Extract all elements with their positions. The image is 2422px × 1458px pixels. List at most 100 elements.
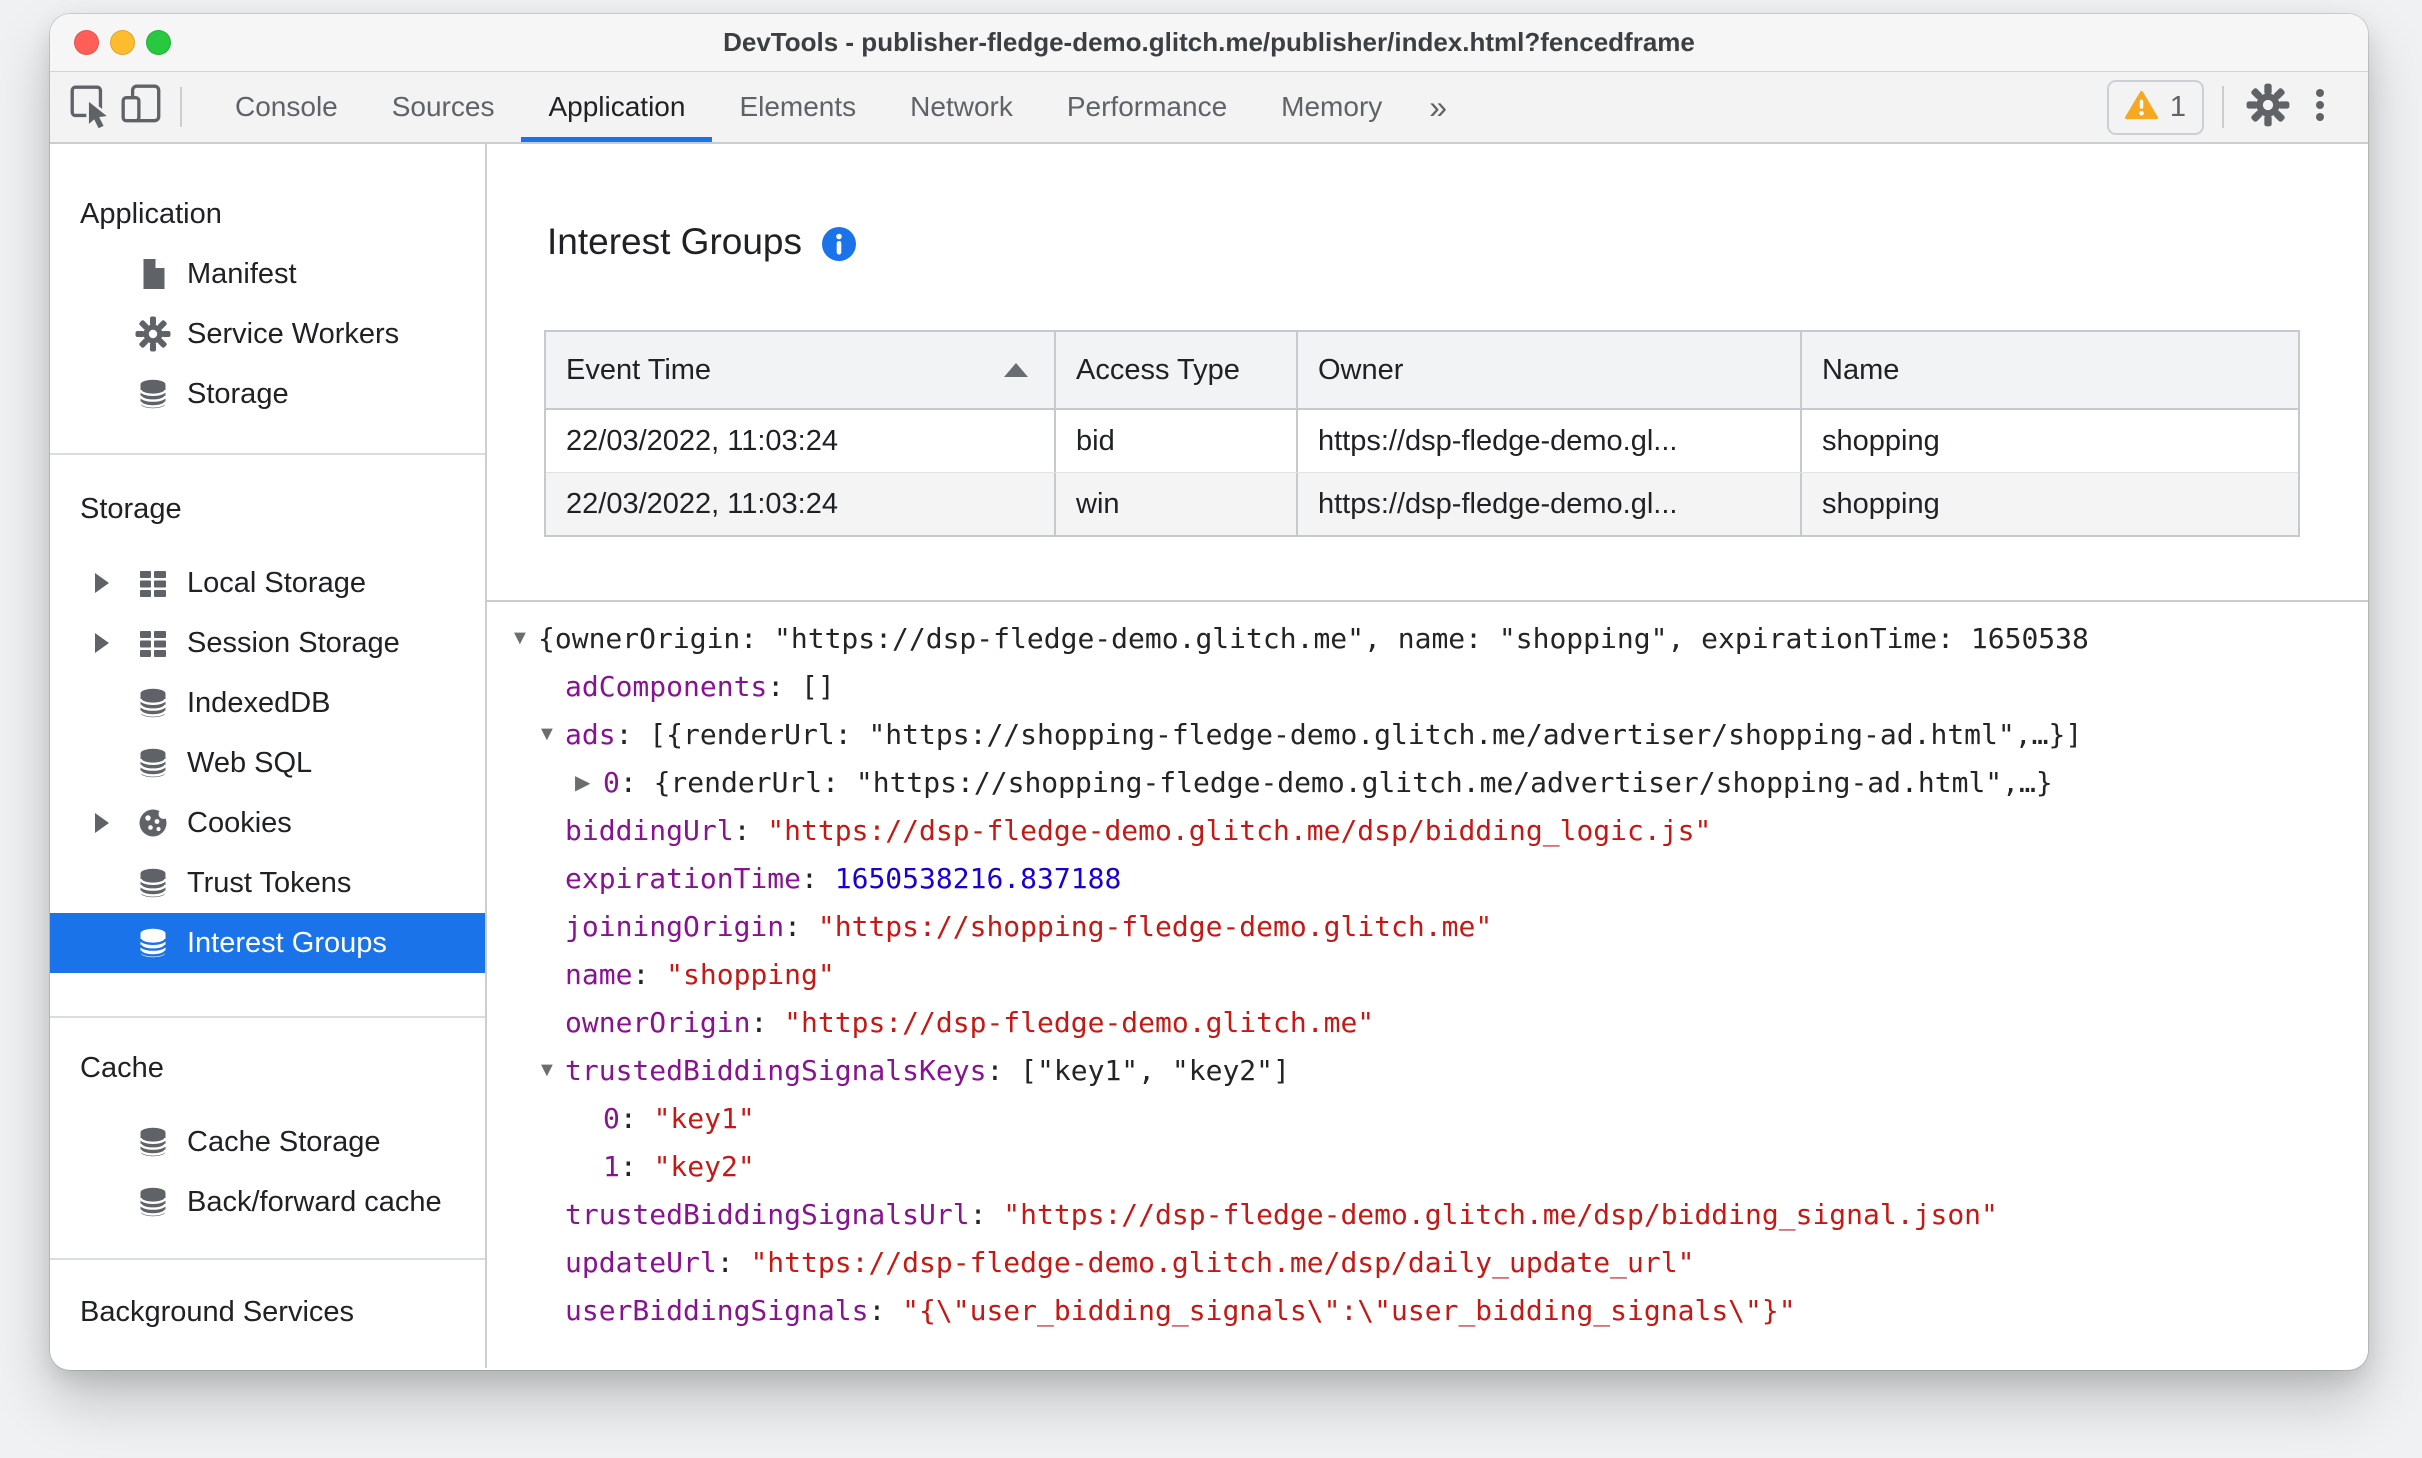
property-key: updateUrl	[565, 1245, 717, 1279]
settings-button[interactable]	[2242, 83, 2294, 132]
page-title: Interest Groups	[547, 221, 803, 262]
column-header-event-time[interactable]: Event Time	[546, 332, 1056, 408]
sidebar-section-storage: Storage Local Storage Session Storage Index…	[50, 455, 485, 1018]
preview-text: :	[733, 813, 768, 847]
sidebar-item-label: Web SQL	[187, 746, 313, 779]
preview-text: : {renderUrl: "https://shopping-fledge-d…	[619, 765, 2053, 799]
tab-performance[interactable]: Performance	[1040, 72, 1254, 142]
property-key: 0	[603, 1101, 620, 1135]
tree-line[interactable]: adComponents: []	[487, 662, 2368, 710]
tree-line[interactable]: updateUrl: "https://dsp-fledge-demo.glit…	[487, 1238, 2368, 1286]
issues-badge[interactable]: 1	[2106, 79, 2204, 135]
property-key: 0	[603, 765, 620, 799]
tab-network[interactable]: Network	[883, 72, 1040, 142]
sidebar-section-title: Cache	[80, 1051, 164, 1084]
sidebar-item-cache-storage[interactable]: Cache Storage	[50, 1112, 485, 1172]
preview-text: :	[969, 1197, 1004, 1231]
property-key: expirationTime	[565, 861, 802, 895]
toolbar-separator	[180, 87, 182, 127]
string-value: "key1"	[653, 1101, 755, 1135]
sidebar-item-storage[interactable]: Storage	[50, 364, 485, 424]
sidebar-item-back-forward-cache[interactable]: Back/forward cache	[50, 1172, 485, 1232]
column-header-label: Access Type	[1076, 353, 1240, 386]
sidebar-item-background-fetch[interactable]: Background Fetch	[50, 1356, 485, 1368]
tab-elements[interactable]: Elements	[712, 72, 883, 142]
tree-line[interactable]: expirationTime: 1650538216.837188	[487, 854, 2368, 902]
gear-icon	[135, 316, 171, 352]
panel-tabs: Console Sources Application Elements Network…	[208, 72, 1409, 142]
sidebar-item-web-sql[interactable]: Web SQL	[50, 733, 485, 793]
customize-devtools-button[interactable]	[2294, 83, 2346, 132]
sidebar-item-session-storage[interactable]: Session Storage	[50, 613, 485, 673]
window-title: DevTools - publisher-fledge-demo.glitch.…	[723, 27, 1695, 57]
expand-triangle-icon[interactable]	[95, 573, 135, 593]
table-row[interactable]: 22/03/2022, 11:03:24 win https://dsp-fledg…	[546, 473, 2298, 535]
table-icon	[135, 625, 171, 661]
tree-line[interactable]: trustedBiddingSignalsUrl: "https://dsp-f…	[487, 1190, 2368, 1238]
file-icon	[135, 256, 171, 292]
tab-sources[interactable]: Sources	[365, 72, 522, 142]
string-value: "{\"user_bidding_signals\":\"user_biddin…	[902, 1293, 1796, 1327]
tree-line[interactable]: 1: "key2"	[487, 1142, 2368, 1190]
tree-line[interactable]: ▼ trustedBiddingSignalsKeys: ["key1", "ke…	[487, 1046, 2368, 1094]
property-key: joiningOrigin	[565, 909, 785, 943]
tree-line[interactable]: biddingUrl: "https://dsp-fledge-demo.gli…	[487, 806, 2368, 854]
preview-text: : [{renderUrl: "https://shopping-fledge-…	[615, 717, 2083, 751]
string-value: "shopping"	[666, 957, 835, 991]
column-header-owner[interactable]: Owner	[1298, 332, 1802, 408]
string-value: "https://dsp-fledge-demo.glitch.me/dsp/d…	[750, 1245, 1695, 1279]
cell-owner: https://dsp-fledge-demo.gl...	[1298, 473, 1802, 535]
toolbar-separator	[2222, 86, 2224, 128]
tree-line[interactable]: ▼ {ownerOrigin: "https://dsp-fledge-demo.…	[487, 614, 2368, 662]
triangle-right-icon	[95, 633, 109, 653]
cell-name: shopping	[1822, 424, 1940, 457]
tree-line[interactable]: ownerOrigin: "https://dsp-fledge-demo.gl…	[487, 998, 2368, 1046]
table-header-row: Event Time Access Type Owner Name	[546, 332, 2298, 410]
tab-memory[interactable]: Memory	[1254, 72, 1409, 142]
inspect-cursor-icon	[67, 82, 113, 133]
sidebar-item-cookies[interactable]: Cookies	[50, 793, 485, 853]
minimize-button[interactable]	[110, 30, 135, 55]
sidebar-section-title: Background Services	[80, 1295, 355, 1328]
more-tabs-button[interactable]: »	[1409, 72, 1467, 142]
tree-line[interactable]: userBiddingSignals: "{\"user_bidding_sig…	[487, 1286, 2368, 1334]
column-header-label: Owner	[1318, 353, 1404, 386]
close-button[interactable]	[74, 30, 99, 55]
column-header-name[interactable]: Name	[1802, 332, 2298, 408]
column-header-access-type[interactable]: Access Type	[1056, 332, 1298, 408]
sidebar-item-interest-groups[interactable]: Interest Groups	[50, 913, 485, 973]
inspect-element-button[interactable]	[64, 72, 116, 142]
preview-text: :	[716, 1245, 751, 1279]
expand-triangle-icon[interactable]	[95, 633, 135, 653]
tree-line[interactable]: name: "shopping"	[487, 950, 2368, 998]
tree-line[interactable]: joiningOrigin: "https://shopping-fledge-…	[487, 902, 2368, 950]
tab-application[interactable]: Application	[521, 72, 713, 142]
property-key: adComponents	[565, 669, 768, 703]
column-header-label: Name	[1822, 353, 1900, 386]
tree-line[interactable]: ▼ ads: [{renderUrl: "https://shopping-fle…	[487, 710, 2368, 758]
sidebar-item-local-storage[interactable]: Local Storage	[50, 553, 485, 613]
sidebar-item-service-workers[interactable]: Service Workers	[50, 304, 485, 364]
devtools-window: DevTools - publisher-fledge-demo.glitch.…	[50, 14, 2368, 1370]
tree-collapsed-arrow-icon[interactable]: ▶	[575, 770, 603, 795]
tab-console[interactable]: Console	[208, 72, 365, 142]
sidebar-item-indexeddb[interactable]: IndexedDB	[50, 673, 485, 733]
tree-line[interactable]: 0: "key1"	[487, 1094, 2368, 1142]
tree-expanded-arrow-icon[interactable]: ▼	[510, 627, 538, 650]
tree-expanded-arrow-icon[interactable]: ▼	[537, 1059, 565, 1082]
preview-text: : ["key1", "key2"]	[986, 1053, 1290, 1087]
table-row[interactable]: 22/03/2022, 11:03:24 bid https://dsp-fledg…	[546, 410, 2298, 473]
tree-line[interactable]: ▶ 0: {renderUrl: "https://shopping-fledge…	[487, 758, 2368, 806]
sidebar-item-trust-tokens[interactable]: Trust Tokens	[50, 853, 485, 913]
property-key: name	[565, 957, 633, 991]
db-icon	[135, 865, 171, 901]
zoom-button[interactable]	[146, 30, 171, 55]
string-value: "key2"	[653, 1149, 755, 1183]
table-icon	[135, 565, 171, 601]
sidebar-item-manifest[interactable]: Manifest	[50, 244, 485, 304]
device-toolbar-button[interactable]	[116, 72, 168, 142]
tree-expanded-arrow-icon[interactable]: ▼	[537, 723, 565, 746]
expand-triangle-icon[interactable]	[95, 813, 135, 833]
info-icon[interactable]	[822, 227, 857, 261]
interest-groups-table: Event Time Access Type Owner Name 22/03/202…	[544, 330, 2300, 537]
